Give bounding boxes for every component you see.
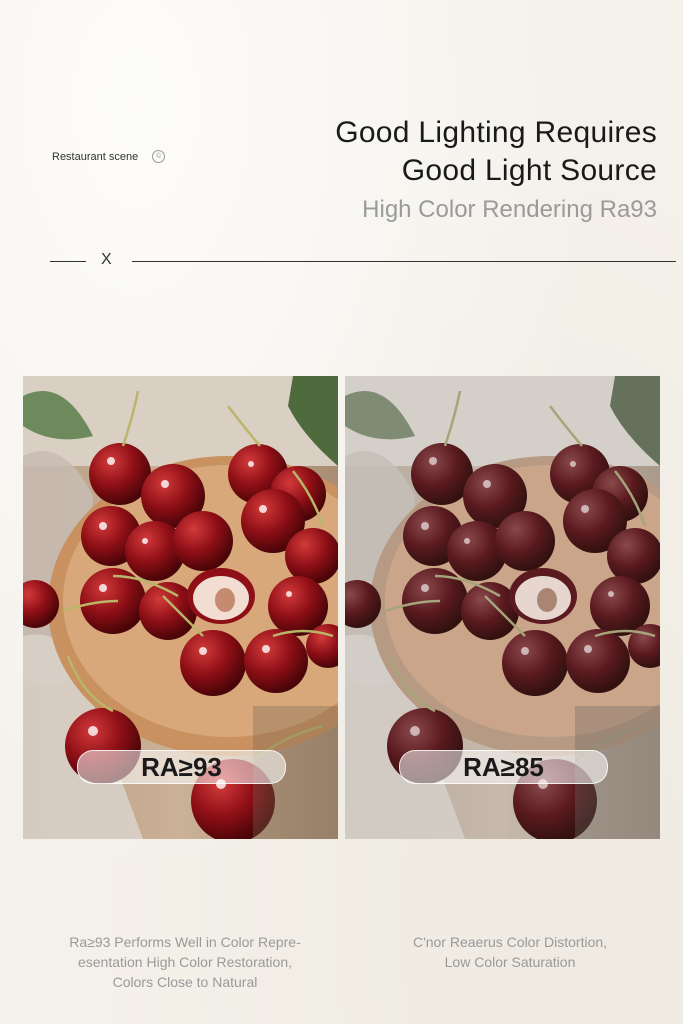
headline: Good Lighting Requires Good Light Source…: [335, 114, 657, 228]
headline-line-2: Good Light Source: [401, 154, 657, 187]
caption-ra85-line: C'nor Reaerus Color Distortion,: [412, 934, 608, 950]
caption-ra85: C'nor Reaerus Color Distortion, Low Colo…: [355, 932, 665, 972]
divider-marker: X: [101, 251, 112, 268]
caption-ra93-line: Ra≥93 Performs Well in Color Repre-: [69, 934, 301, 950]
copyright-circle-icon: ©: [152, 150, 166, 163]
caption-ra93-line: Colors Close to Natural: [112, 974, 258, 990]
photo-ra93: RA≥93: [23, 376, 338, 839]
scene-label-text: Restaurant scene: [52, 150, 139, 163]
ra93-badge: RA≥93: [77, 750, 286, 784]
ra85-badge: RA≥85: [399, 750, 608, 784]
caption-ra93: Ra≥93 Performs Well in Color Repre- esen…: [30, 932, 340, 992]
caption-ra85-line: Low Color Saturation: [444, 954, 576, 970]
scene-label: Restaurant scene ©: [52, 150, 166, 163]
caption-ra93-line: esentation High Color Restoration,: [77, 954, 292, 970]
photo-ra85: RA≥85: [345, 376, 660, 839]
headline-line-1: Good Lighting Requires: [335, 116, 657, 149]
divider-line-left: [50, 261, 86, 262]
headline-subtitle: High Color Rendering Ra93: [362, 196, 657, 223]
divider-line-right: [132, 261, 676, 262]
